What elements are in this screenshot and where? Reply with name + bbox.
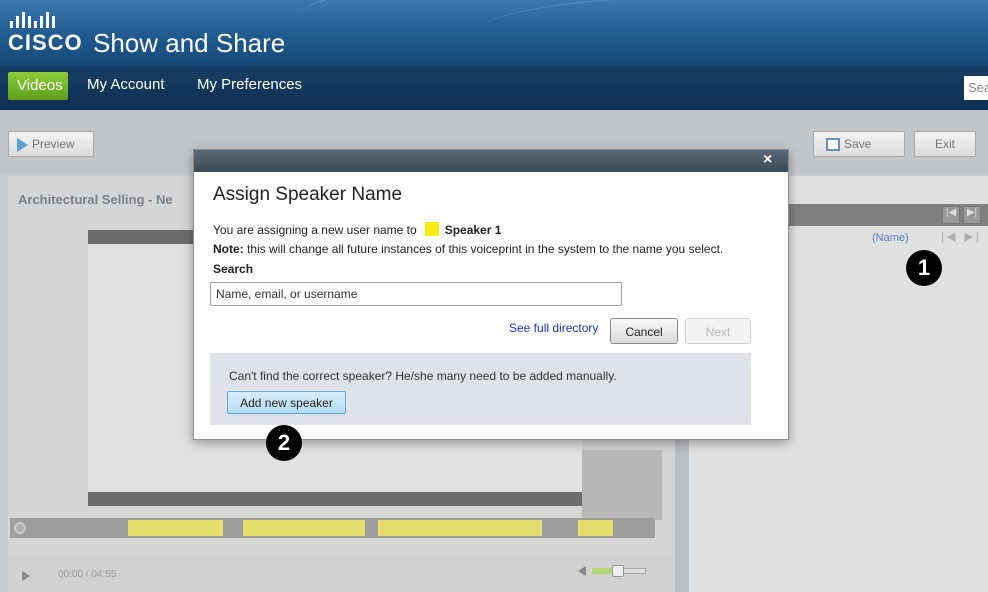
time-readout: 00:00 / 04:55: [58, 569, 117, 580]
video-bottom-bar: [88, 492, 582, 506]
assign-description: You are assigning a new user name to Spea…: [213, 222, 501, 237]
speaker-search-input[interactable]: [210, 282, 622, 306]
volume-knob[interactable]: [612, 565, 624, 577]
note-label: Note:: [213, 242, 244, 256]
speaker-label: Speaker 1: [444, 223, 502, 237]
speaker-color-swatch: [424, 222, 439, 236]
cisco-wordmark: CISCO: [8, 30, 83, 55]
speaker-segment[interactable]: [578, 520, 613, 536]
speaker-nav-arrows[interactable]: |◀ ▶|: [941, 230, 982, 243]
close-icon[interactable]: ×: [763, 151, 772, 169]
prev-icon[interactable]: |◀: [942, 206, 960, 224]
callout-badge-1: 1: [906, 250, 942, 286]
next-icon[interactable]: ▶|: [963, 206, 981, 224]
callout-badge-2: 2: [266, 425, 302, 461]
play-icon[interactable]: [22, 571, 30, 581]
volume-slider[interactable]: [578, 565, 646, 577]
volume-icon: [578, 566, 586, 576]
add-new-speaker-button[interactable]: Add new speaker: [227, 391, 346, 414]
speaker-segment[interactable]: [243, 520, 365, 536]
save-label: Save: [844, 137, 872, 151]
cancel-button[interactable]: Cancel: [610, 318, 678, 344]
app-title: Show and Share: [93, 28, 286, 58]
volume-fill: [592, 568, 614, 574]
exit-button[interactable]: Exit: [914, 131, 976, 157]
preview-label: Preview: [32, 137, 75, 151]
manual-add-section: [210, 353, 751, 425]
tab-videos[interactable]: Videos: [8, 72, 68, 100]
timeline-playhead[interactable]: [14, 522, 26, 534]
dialog-titlebar: [194, 150, 788, 172]
speaker-name-link[interactable]: (Name): [872, 232, 909, 244]
speaker-segment[interactable]: [128, 520, 223, 536]
cisco-logo: CISCO: [8, 12, 83, 56]
tab-my-preferences[interactable]: My Preferences: [197, 76, 302, 93]
video-title: Architectural Selling - Ne: [18, 192, 173, 207]
dialog-note: Note: this will change all future instan…: [213, 242, 723, 256]
main-nav: Videos My Account My Preferences: [0, 66, 988, 110]
panel-shade: [582, 450, 662, 520]
full-directory-link[interactable]: See full directory: [509, 321, 598, 335]
app-header: CISCO Show and Share: [0, 0, 988, 66]
note-text: this will change all future instances of…: [243, 242, 724, 256]
dialog-title: Assign Speaker Name: [213, 184, 403, 205]
manual-add-text: Can't find the correct speaker? He/she m…: [229, 369, 617, 383]
cisco-bars-icon: [10, 12, 72, 28]
next-button[interactable]: Next: [685, 318, 751, 344]
preview-button[interactable]: Preview: [8, 131, 94, 157]
speaker-segment[interactable]: [378, 520, 542, 536]
save-button[interactable]: Save: [813, 131, 905, 157]
play-icon: [17, 137, 28, 152]
tab-my-account[interactable]: My Account: [87, 76, 165, 93]
assign-prefix: You are assigning a new user name to: [213, 223, 417, 237]
search-label: Search: [213, 262, 254, 276]
search-input[interactable]: Sea: [964, 76, 988, 100]
save-icon: [826, 138, 840, 152]
